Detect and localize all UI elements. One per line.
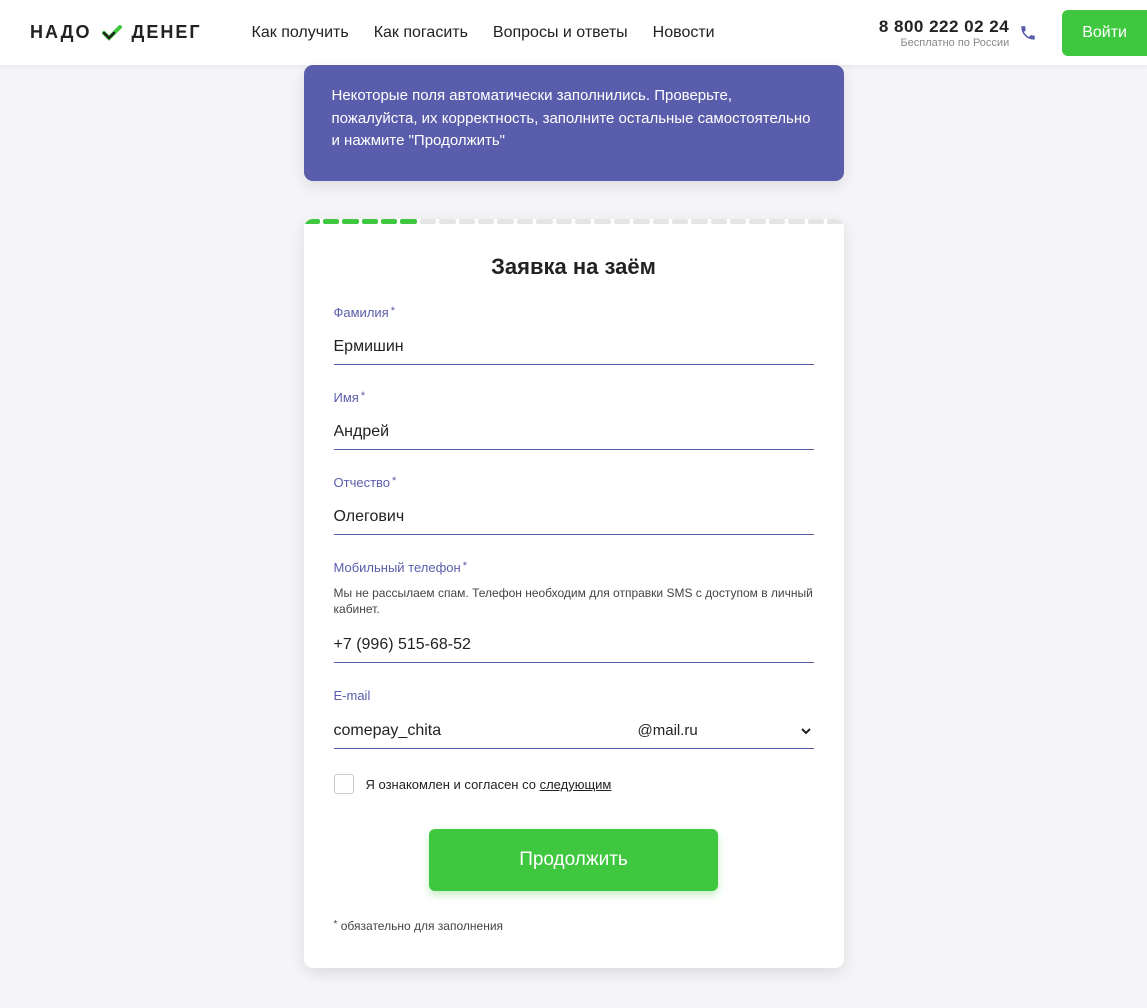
logo-checkmark-icon — [100, 21, 124, 45]
progress-step-18 — [633, 219, 649, 224]
main-nav: Как получить Как погасить Вопросы и отве… — [252, 24, 715, 42]
nav-how-get[interactable]: Как получить — [252, 24, 349, 42]
progress-step-25 — [769, 219, 785, 224]
logo-text-2: ДЕНЕГ — [132, 22, 202, 43]
logo-text-1: НАДО — [30, 22, 92, 43]
progress-step-1 — [304, 219, 320, 224]
consent-checkbox[interactable] — [334, 774, 354, 794]
progress-step-2 — [323, 219, 339, 224]
form-card: Заявка на заём Фамилия* Имя* Отчество* — [304, 219, 844, 969]
progress-step-19 — [653, 219, 669, 224]
login-button[interactable]: Войти — [1062, 10, 1147, 56]
progress-step-13 — [536, 219, 552, 224]
progress-step-12 — [517, 219, 533, 224]
header: НАДО ДЕНЕГ Как получить Как погасить Воп… — [0, 0, 1147, 65]
progress-step-5 — [381, 219, 397, 224]
progress-step-9 — [459, 219, 475, 224]
phone-number: 8 800 222 02 24 — [879, 17, 1009, 37]
progress-step-6 — [400, 219, 416, 224]
progress-step-3 — [342, 219, 358, 224]
email-input[interactable] — [334, 713, 634, 749]
progress-step-21 — [691, 219, 707, 224]
phone-field-group: Мобильный телефон* Мы не рассылаем спам.… — [334, 560, 814, 664]
patronymic-field-group: Отчество* — [334, 475, 814, 535]
progress-step-23 — [730, 219, 746, 224]
phone-subtitle: Бесплатно по России — [879, 37, 1009, 49]
progress-step-20 — [672, 219, 688, 224]
header-right: 8 800 222 02 24 Бесплатно по России Войт… — [879, 10, 1117, 56]
progress-step-26 — [788, 219, 804, 224]
phone-block: 8 800 222 02 24 Бесплатно по России — [879, 17, 1037, 49]
consent-text: Я ознакомлен и согласен со следующим — [366, 777, 612, 792]
patronymic-input[interactable] — [334, 500, 814, 535]
progress-step-4 — [362, 219, 378, 224]
nav-qa[interactable]: Вопросы и ответы — [493, 24, 628, 42]
progress-step-15 — [575, 219, 591, 224]
info-banner: Некоторые поля автоматически заполнились… — [304, 65, 844, 181]
email-domain-select[interactable]: @mail.ru — [634, 713, 814, 749]
main-content: Некоторые поля автоматически заполнились… — [0, 65, 1147, 1008]
progress-step-17 — [614, 219, 630, 224]
nav-news[interactable]: Новости — [653, 24, 715, 42]
logo[interactable]: НАДО ДЕНЕГ — [30, 21, 202, 45]
phone-input[interactable] — [334, 628, 814, 663]
progress-step-28 — [827, 219, 843, 224]
info-banner-text: Некоторые поля автоматически заполнились… — [332, 87, 811, 149]
email-field-group: E-mail @mail.ru — [334, 688, 814, 749]
lastname-label: Фамилия* — [334, 305, 814, 320]
consent-row: Я ознакомлен и согласен со следующим — [334, 774, 814, 794]
phone-label: Мобильный телефон* — [334, 560, 814, 575]
firstname-label: Имя* — [334, 390, 814, 405]
progress-step-8 — [439, 219, 455, 224]
progress-step-16 — [594, 219, 610, 224]
progress-step-27 — [808, 219, 824, 224]
patronymic-label: Отчество* — [334, 475, 814, 490]
progress-step-10 — [478, 219, 494, 224]
phone-icon — [1019, 24, 1037, 42]
lastname-field-group: Фамилия* — [334, 305, 814, 365]
lastname-input[interactable] — [334, 330, 814, 365]
firstname-field-group: Имя* — [334, 390, 814, 450]
submit-button[interactable]: Продолжить — [429, 829, 718, 891]
progress-step-7 — [420, 219, 436, 224]
required-note: * обязательно для заполнения — [334, 919, 814, 933]
consent-link[interactable]: следующим — [540, 777, 612, 792]
nav-how-repay[interactable]: Как погасить — [374, 24, 468, 42]
progress-step-22 — [711, 219, 727, 224]
progress-step-11 — [497, 219, 513, 224]
progress-step-14 — [556, 219, 572, 224]
form-title: Заявка на заём — [334, 254, 814, 280]
phone-hint: Мы не рассылаем спам. Телефон необходим … — [334, 585, 814, 619]
progress-step-24 — [749, 219, 765, 224]
firstname-input[interactable] — [334, 415, 814, 450]
email-label: E-mail — [334, 688, 814, 703]
